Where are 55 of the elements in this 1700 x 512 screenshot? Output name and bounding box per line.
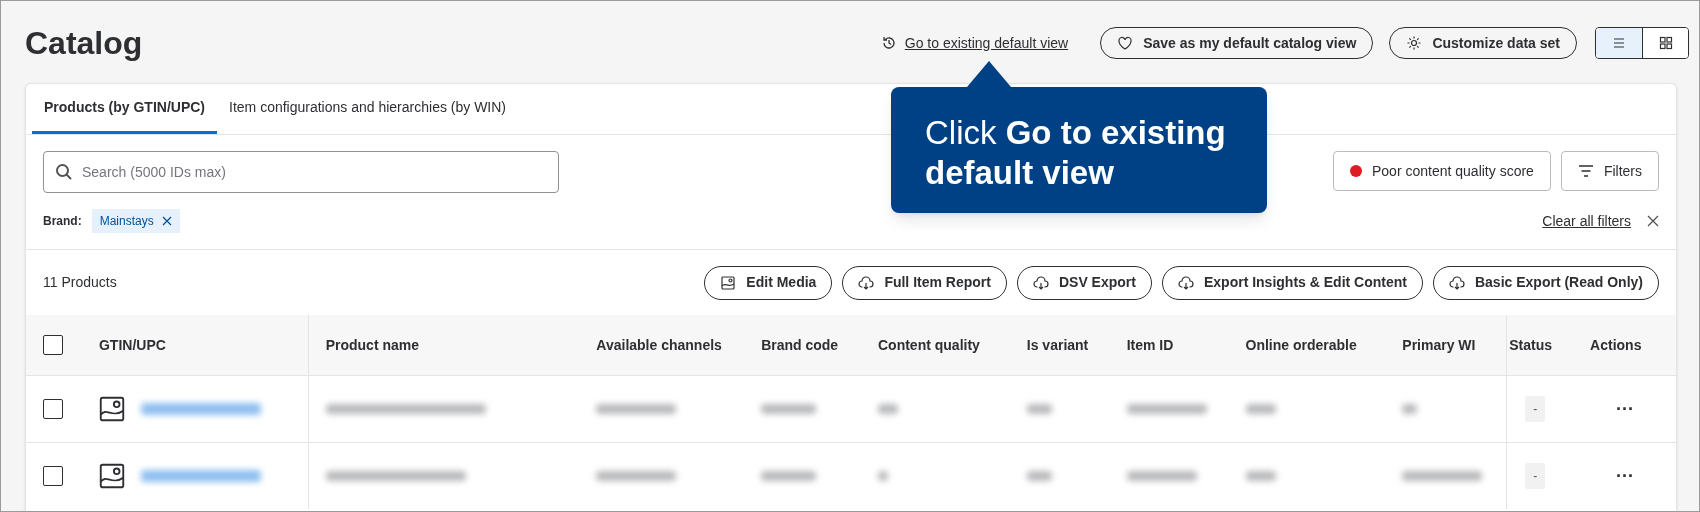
column-header[interactable]: Product name bbox=[325, 334, 420, 356]
blurred-text bbox=[1026, 471, 1052, 481]
filter-chip[interactable]: Mainstays bbox=[91, 209, 180, 233]
column-header[interactable]: Actions bbox=[1590, 334, 1642, 356]
column-header[interactable]: Available channels bbox=[596, 334, 722, 356]
checkbox[interactable] bbox=[43, 466, 63, 486]
blurred-text bbox=[1126, 471, 1197, 481]
tab[interactable]: Products (by GTIN/UPC) bbox=[32, 84, 217, 134]
column-header[interactable]: Content quality bbox=[878, 334, 980, 356]
cloud-download-icon bbox=[1032, 274, 1049, 291]
column-header[interactable]: GTIN/UPC bbox=[98, 334, 166, 356]
more-actions-button[interactable]: ··· bbox=[1616, 400, 1635, 418]
cloud-download-icon bbox=[1177, 274, 1194, 291]
close-icon bbox=[161, 216, 172, 226]
default-view-link[interactable]: Go to existing default view bbox=[880, 32, 1069, 54]
product-count: 11 Products bbox=[43, 273, 117, 292]
search-icon bbox=[55, 163, 73, 181]
column-header[interactable]: Brand code bbox=[761, 334, 839, 356]
checkbox[interactable] bbox=[43, 335, 63, 355]
blurred-text bbox=[1245, 471, 1276, 481]
column-header[interactable]: Status bbox=[1509, 334, 1552, 356]
filter-label: Brand: bbox=[43, 213, 82, 230]
more-actions-button[interactable]: ··· bbox=[1616, 467, 1635, 485]
tooltip-text: Click Go to existing default view bbox=[925, 113, 1227, 193]
gear-icon bbox=[1406, 35, 1423, 51]
list-icon bbox=[1611, 35, 1627, 51]
search-field[interactable]: Search (5000 IDs max) bbox=[43, 151, 559, 193]
blurred-text bbox=[877, 471, 888, 481]
close-icon[interactable] bbox=[1647, 215, 1659, 227]
blurred-text bbox=[761, 404, 817, 414]
cloud-download-icon bbox=[1448, 274, 1465, 291]
column-header[interactable]: Primary WI bbox=[1402, 334, 1476, 356]
cloud-download-icon bbox=[858, 274, 875, 291]
status-badge: - bbox=[1525, 463, 1546, 489]
grid-view-button[interactable] bbox=[1642, 28, 1688, 58]
blurred-text bbox=[877, 404, 898, 414]
column-header[interactable]: Is variant bbox=[1026, 334, 1089, 356]
column-header[interactable]: Online orderable bbox=[1245, 334, 1357, 356]
filters-button[interactable]: Filters bbox=[1560, 151, 1659, 191]
heart-icon bbox=[1117, 35, 1134, 51]
blurred-text bbox=[1245, 404, 1276, 414]
column-header[interactable]: Item ID bbox=[1126, 334, 1174, 356]
tab[interactable]: Item configurations and hierarchies (by WIN) bbox=[217, 84, 518, 134]
page-title: Catalog bbox=[25, 24, 143, 63]
blurred-text bbox=[1402, 404, 1418, 414]
clear-filters-link[interactable]: Clear all filters bbox=[1542, 210, 1631, 232]
blurred-text bbox=[1026, 404, 1052, 414]
history-icon bbox=[880, 35, 897, 51]
quality-filter-button[interactable]: Poor content quality score bbox=[1333, 151, 1551, 191]
status-badge: - bbox=[1525, 396, 1546, 422]
blurred-text bbox=[761, 471, 817, 481]
image-icon bbox=[720, 274, 737, 291]
filter-icon bbox=[1577, 164, 1594, 178]
checkbox[interactable] bbox=[43, 399, 63, 419]
grid-icon bbox=[1657, 35, 1674, 51]
